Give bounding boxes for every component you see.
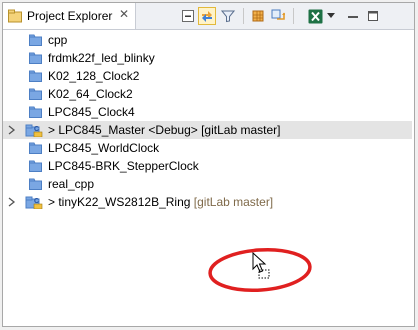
annotation-overlay xyxy=(208,247,312,293)
mouse-pointer-icon xyxy=(252,252,270,279)
